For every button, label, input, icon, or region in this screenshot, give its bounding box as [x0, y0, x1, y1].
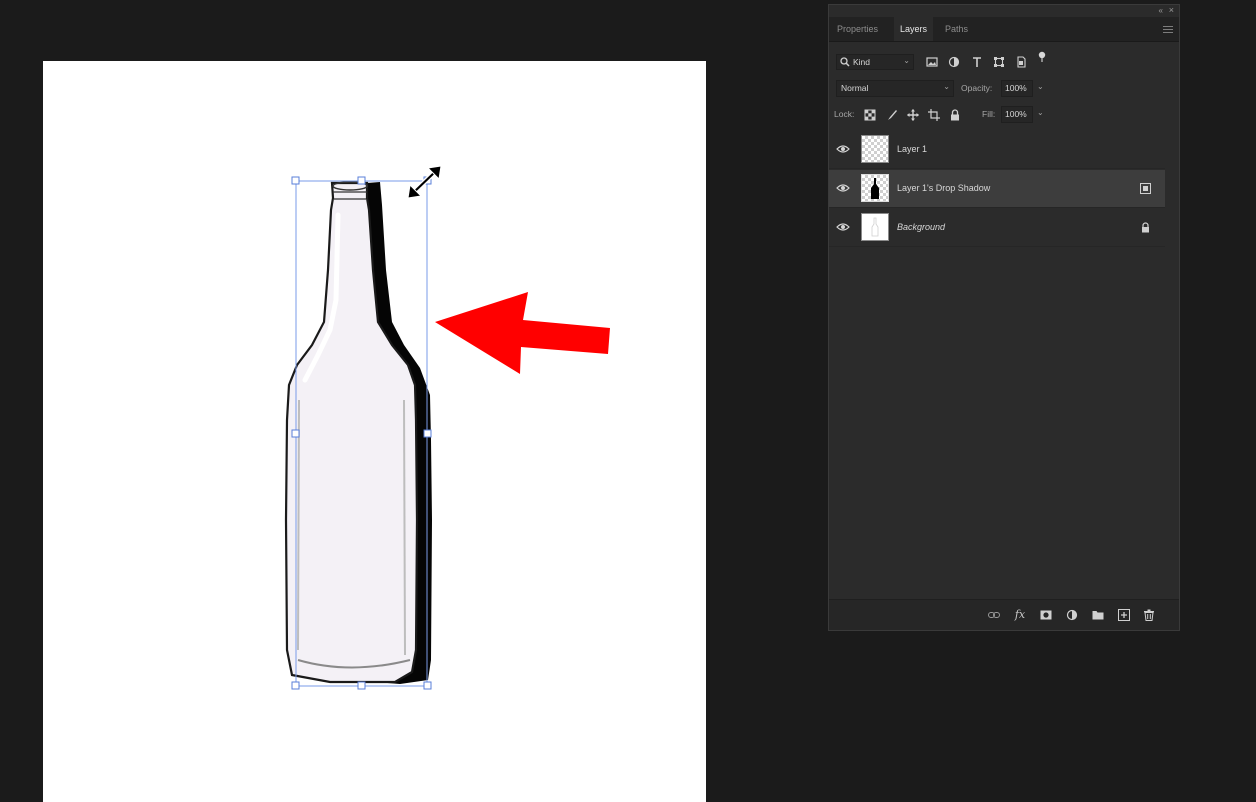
blend-mode-value: Normal [841, 83, 869, 93]
lock-icon [1142, 222, 1149, 233]
panel-tab-bar: Properties Layers Paths [829, 17, 1179, 42]
eye-icon[interactable] [836, 222, 850, 232]
chevron-down-icon: ⌄ [903, 56, 910, 65]
adjustment-filter-icon[interactable] [948, 56, 960, 68]
trash-icon[interactable] [1143, 609, 1155, 621]
layer-name[interactable]: Background [897, 222, 945, 232]
transform-handle[interactable] [357, 681, 366, 690]
fill-chevron-icon[interactable]: ⌄ [1037, 108, 1044, 117]
opacity-label: Opacity: [961, 83, 993, 93]
layers-list: Layer 1 Layer 1's Drop Shadow Background [829, 131, 1179, 597]
transform-handle[interactable] [291, 176, 300, 185]
collapse-icon[interactable]: « [1159, 6, 1163, 15]
layer-row-background[interactable]: Background [829, 209, 1165, 247]
lock-image-pixels-icon[interactable] [886, 109, 898, 121]
transform-handle[interactable] [357, 176, 366, 185]
panel-top-strip: « × [829, 5, 1179, 17]
layer-name[interactable]: Layer 1 [897, 144, 927, 154]
layer-row-layer-1[interactable]: Layer 1 [829, 131, 1165, 169]
transform-handle[interactable] [423, 429, 432, 438]
lock-position-icon[interactable] [907, 109, 919, 121]
opacity-input[interactable]: 100% [1001, 80, 1033, 97]
mask-icon[interactable] [1040, 609, 1052, 621]
layers-panel: « × Properties Layers Paths Kind ⌄ Norma… [828, 4, 1180, 631]
new-layer-icon[interactable] [1118, 609, 1130, 621]
smart-object-filter-icon[interactable] [1015, 56, 1027, 68]
search-icon [840, 57, 850, 67]
layer-style-badge-icon [1140, 183, 1151, 194]
bottle-thumbnail-icon [871, 217, 879, 237]
adjustment-icon[interactable] [1066, 609, 1078, 621]
eye-icon[interactable] [836, 183, 850, 193]
filter-row: Kind ⌄ [829, 51, 1179, 73]
link-icon[interactable] [988, 609, 1000, 621]
transform-handle[interactable] [423, 681, 432, 690]
transform-handle[interactable] [423, 176, 432, 185]
document-canvas[interactable] [43, 61, 706, 802]
pixel-layer-filter-icon[interactable] [926, 56, 938, 68]
chevron-down-icon: ⌄ [943, 82, 950, 91]
opacity-chevron-icon[interactable]: ⌄ [1037, 82, 1044, 91]
fill-input[interactable]: 100% [1001, 106, 1033, 123]
bottle-shadow-thumbnail-icon [871, 178, 879, 199]
lock-row: Lock: Fill: 100% ⌄ [829, 104, 1179, 126]
layer-name[interactable]: Layer 1's Drop Shadow [897, 183, 990, 193]
fx-icon[interactable]: fx [1014, 609, 1026, 621]
shape-filter-icon[interactable] [993, 56, 1005, 68]
blend-mode-select[interactable]: Normal ⌄ [836, 80, 954, 97]
blend-row: Normal ⌄ Opacity: 100% ⌄ [829, 78, 1179, 100]
layer-thumbnail [861, 174, 889, 202]
layer-thumbnail [861, 135, 889, 163]
filter-kind-label: Kind [853, 57, 871, 67]
close-icon[interactable]: × [1169, 5, 1174, 15]
filter-toggle-icon[interactable] [1037, 51, 1047, 63]
lock-label: Lock: [834, 109, 855, 119]
lock-transparent-pixels-icon[interactable] [864, 109, 876, 121]
tab-layers[interactable]: Layers [894, 17, 934, 41]
layer-row-drop-shadow[interactable]: Layer 1's Drop Shadow [829, 170, 1165, 208]
folder-icon[interactable] [1092, 609, 1104, 621]
panel-menu-icon[interactable] [1163, 24, 1173, 33]
transform-handle[interactable] [291, 681, 300, 690]
tab-paths[interactable]: Paths [939, 17, 974, 41]
type-filter-icon[interactable] [971, 56, 983, 68]
lock-artboard-icon[interactable] [928, 109, 940, 121]
layer-thumbnail [861, 213, 889, 241]
filter-kind-select[interactable]: Kind ⌄ [836, 54, 914, 70]
eye-icon[interactable] [836, 144, 850, 154]
layers-bottom-bar: fx [829, 599, 1179, 630]
tab-properties[interactable]: Properties [831, 17, 884, 41]
layers-scrollbar[interactable] [1165, 131, 1177, 597]
transform-handle[interactable] [291, 429, 300, 438]
lock-all-icon[interactable] [949, 109, 961, 121]
fill-label: Fill: [982, 109, 996, 119]
